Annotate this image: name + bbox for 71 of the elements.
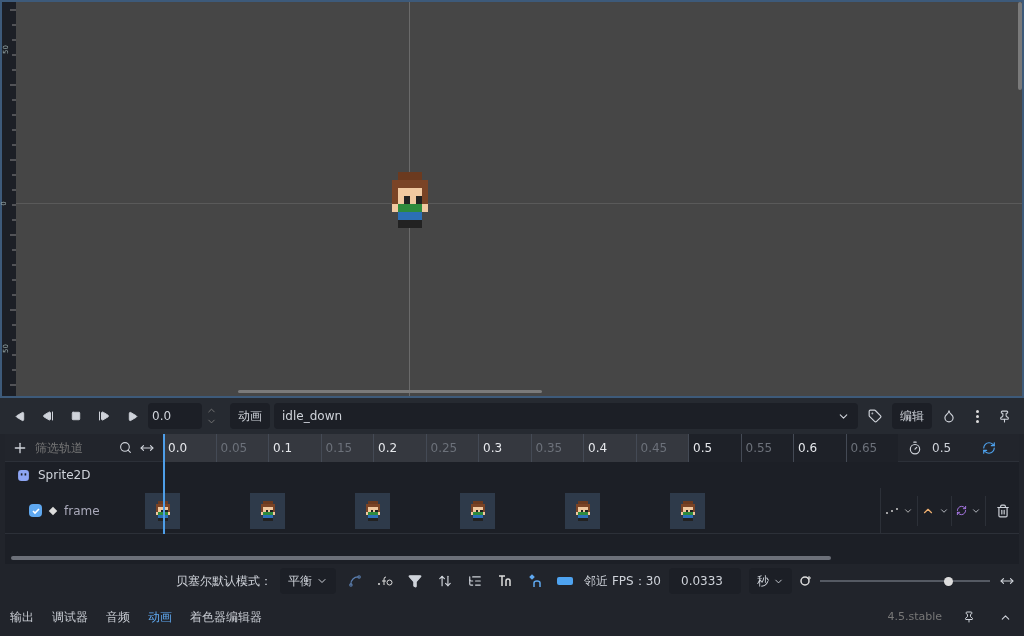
dock-tab[interactable]: 音频 [106,608,130,626]
stop-icon [71,411,81,421]
trash-icon [995,503,1010,518]
dotted-line-icon [885,507,899,514]
character-sprite-drawing [680,500,695,521]
play-icon [126,410,138,422]
character-sprite-drawing [575,500,590,521]
list-icon [468,574,483,588]
dock-tab[interactable]: 输出 [10,608,34,626]
zoom-slider-thumb[interactable] [943,576,953,586]
loop-wrap-icon [956,505,967,516]
loop-icon[interactable] [982,440,996,455]
tag-icon [868,409,882,423]
search-icon [119,441,132,454]
pin-icon [997,409,1011,423]
animation-label: 动画 [230,403,270,429]
filter-tracks-field[interactable]: 筛选轨道 [35,438,115,457]
character-sprite-drawing [392,172,428,228]
dock-tab[interactable]: 调试器 [52,608,88,626]
horizontal-scrollbar[interactable] [238,390,542,393]
track-name: frame [64,502,100,520]
step-forward-icon [98,410,110,422]
animation-name: idle_down [282,408,343,425]
droplet-icon [942,409,956,423]
function-icon [377,575,394,587]
animation-length-field[interactable]: 0.5 [932,438,982,457]
keyframe-thumbnail[interactable] [145,492,180,529]
keyframe-thumbnail[interactable] [670,492,705,529]
more-icon [975,409,979,423]
sort-icon [438,574,453,588]
time-field[interactable]: 0.0 [148,403,202,429]
fps-label: 邻近 FPS：30 [584,573,661,590]
play-backwards-icon [14,410,26,422]
track-checkbox[interactable] [29,504,42,517]
keyframe-thumbnail[interactable] [250,492,285,529]
unit-dropdown[interactable]: 秒 [749,568,792,594]
zoom-slider[interactable] [820,575,990,587]
time-tick-label: 0.1 [268,433,321,462]
checkmark-icon [30,505,41,516]
timeline-scrollbar[interactable] [11,556,831,560]
time-tick-label: 0.3 [478,433,531,462]
sprite-node-icon [17,468,30,482]
bezier-mode-dropdown[interactable]: 平衡 [280,568,337,594]
pin-icon [963,611,975,623]
snap-keys-icon [528,574,543,588]
edit-button[interactable]: 编辑 [892,403,932,429]
stopwatch-icon [908,440,922,455]
version-label: 4.5.stable [887,608,942,625]
filter-icon [408,574,423,588]
dock-tab[interactable]: 动画 [148,608,172,626]
dock-tab[interactable]: 着色器编辑器 [190,608,262,626]
vertical-scrollbar[interactable] [1018,2,1022,90]
keyframe-thumbnail[interactable] [565,492,600,529]
step-back-icon [42,410,54,422]
fps-icon [556,576,575,586]
time-tick-label: 0.2 [373,433,426,462]
node-name: Sprite2D [38,467,91,484]
step-field[interactable]: 0.0333 [669,568,741,594]
character-sprite-drawing [365,500,380,521]
zoom-icon [800,575,812,587]
keyframe-thumbnail[interactable] [355,492,390,529]
bezier-mode-label: 贝塞尔默认模式： [176,573,273,590]
character-sprite-drawing [470,500,485,521]
character-sprite-drawing [260,500,275,521]
time-tick-label: 0.6 [793,433,846,462]
keyframe-thumbnail[interactable] [460,492,495,529]
snap-time-icon [498,574,513,588]
curve-icon [348,574,363,588]
animation-dropdown[interactable]: idle_down [274,403,858,429]
time-tick-label: 0.4 [583,433,636,462]
time-tick-label: 0.5 [688,433,741,462]
